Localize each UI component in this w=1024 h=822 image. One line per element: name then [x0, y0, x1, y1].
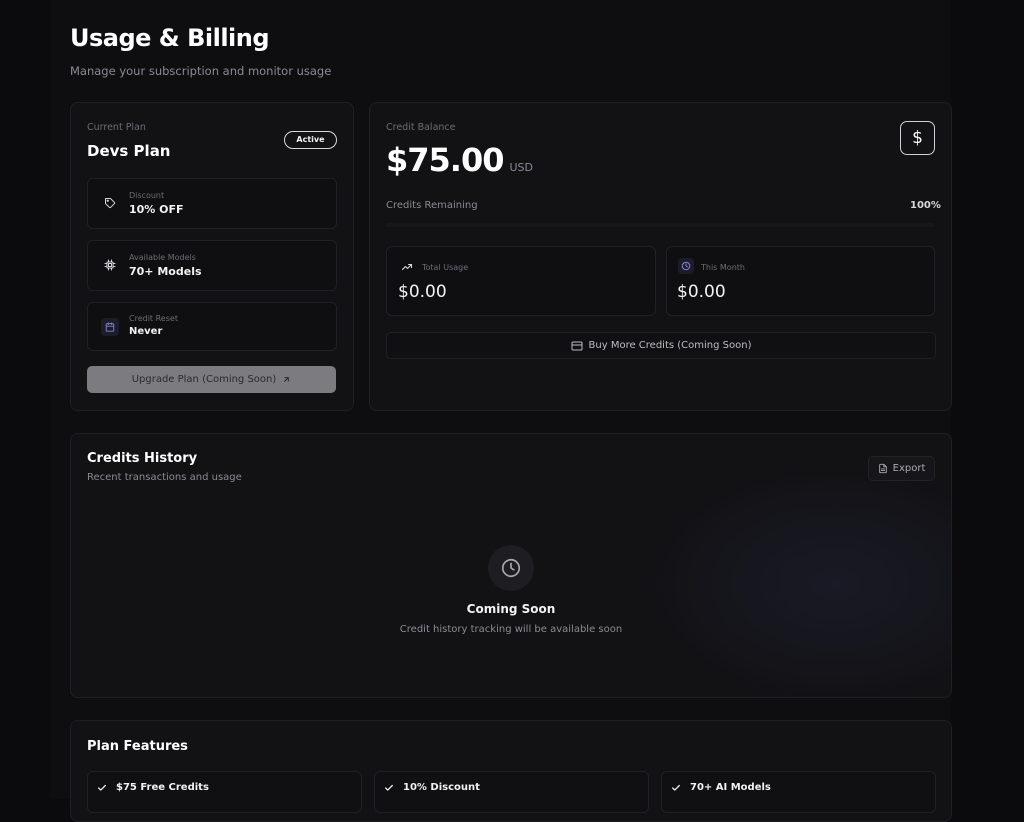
current-plan-label: Current Plan	[87, 122, 146, 133]
feature-label: 10% Discount	[403, 782, 480, 793]
credit-amount: $75.00	[386, 141, 504, 179]
tag-icon	[104, 197, 116, 209]
buy-credits-button[interactable]: Buy More Credits (Coming Soon)	[386, 332, 936, 359]
credits-progress-bar	[386, 223, 934, 227]
this-month-value: $0.00	[677, 282, 726, 302]
feature-item: $75 Free Credits	[87, 771, 362, 813]
this-month-label: This Month	[701, 263, 745, 272]
plan-features-card: Plan Features $75 Free Credits 10% Disco…	[70, 720, 952, 822]
page-subtitle: Manage your subscription and monitor usa…	[70, 64, 332, 78]
detail-value: 10% OFF	[129, 203, 184, 216]
current-plan-card: Current Plan Devs Plan Active Discount 1…	[70, 102, 354, 411]
history-title: Credits History	[87, 451, 198, 466]
feature-item: 10% Discount	[374, 771, 649, 813]
chip-icon	[104, 259, 116, 271]
credit-balance-label: Credit Balance	[386, 122, 456, 133]
check-icon	[384, 783, 394, 793]
credits-progress-fill	[386, 223, 934, 227]
export-button[interactable]: Export	[868, 456, 935, 481]
detail-label: Discount	[129, 191, 165, 200]
trending-up-icon	[401, 261, 413, 273]
empty-state-text: Credit history tracking will be availabl…	[399, 624, 623, 635]
page-title: Usage & Billing	[70, 24, 270, 52]
credits-history-card: Credits History Recent transactions and …	[70, 433, 952, 698]
check-icon	[97, 783, 107, 793]
plan-name: Devs Plan	[87, 142, 171, 160]
credits-remaining-label: Credits Remaining	[386, 200, 478, 211]
detail-value: Never	[129, 326, 163, 337]
detail-credit-reset: Credit Reset Never	[87, 302, 337, 351]
upgrade-plan-label: Upgrade Plan (Coming Soon)	[131, 374, 277, 385]
features-title: Plan Features	[87, 739, 188, 754]
total-usage-label: Total Usage	[422, 263, 469, 272]
currency-code: USD	[509, 161, 533, 174]
file-icon	[878, 463, 888, 474]
dollar-icon: $	[900, 121, 935, 155]
feature-item: 70+ AI Models	[661, 771, 936, 813]
calendar-icon	[101, 318, 119, 336]
empty-state-title: Coming Soon	[466, 602, 556, 616]
detail-models: Available Models 70+ Models	[87, 240, 337, 291]
detail-label: Available Models	[129, 253, 196, 262]
upgrade-plan-button[interactable]: Upgrade Plan (Coming Soon)	[87, 366, 336, 393]
credits-remaining-percent: 100%	[910, 200, 941, 211]
buy-credits-label: Buy More Credits (Coming Soon)	[588, 340, 752, 351]
feature-label: 70+ AI Models	[690, 782, 771, 793]
background-glow	[631, 454, 951, 697]
detail-discount: Discount 10% OFF	[87, 178, 337, 229]
feature-label: $75 Free Credits	[116, 782, 209, 793]
status-badge: Active	[284, 131, 337, 149]
detail-value: 70+ Models	[129, 265, 202, 278]
arrow-up-right-icon	[282, 375, 291, 384]
total-usage-value: $0.00	[398, 282, 447, 302]
credit-card-icon	[571, 341, 583, 351]
detail-label: Credit Reset	[129, 314, 178, 323]
credit-balance-card: Credit Balance $75.00 USD $ Credits Rema…	[369, 102, 952, 411]
export-label: Export	[892, 463, 926, 474]
history-subtitle: Recent transactions and usage	[87, 472, 242, 483]
clock-icon	[678, 258, 694, 274]
check-icon	[671, 783, 681, 793]
history-clock-icon	[488, 545, 534, 591]
this-month-box: This Month $0.00	[666, 246, 935, 316]
total-usage-box: Total Usage $0.00	[386, 246, 656, 316]
balance-row: $75.00 USD	[386, 141, 533, 179]
